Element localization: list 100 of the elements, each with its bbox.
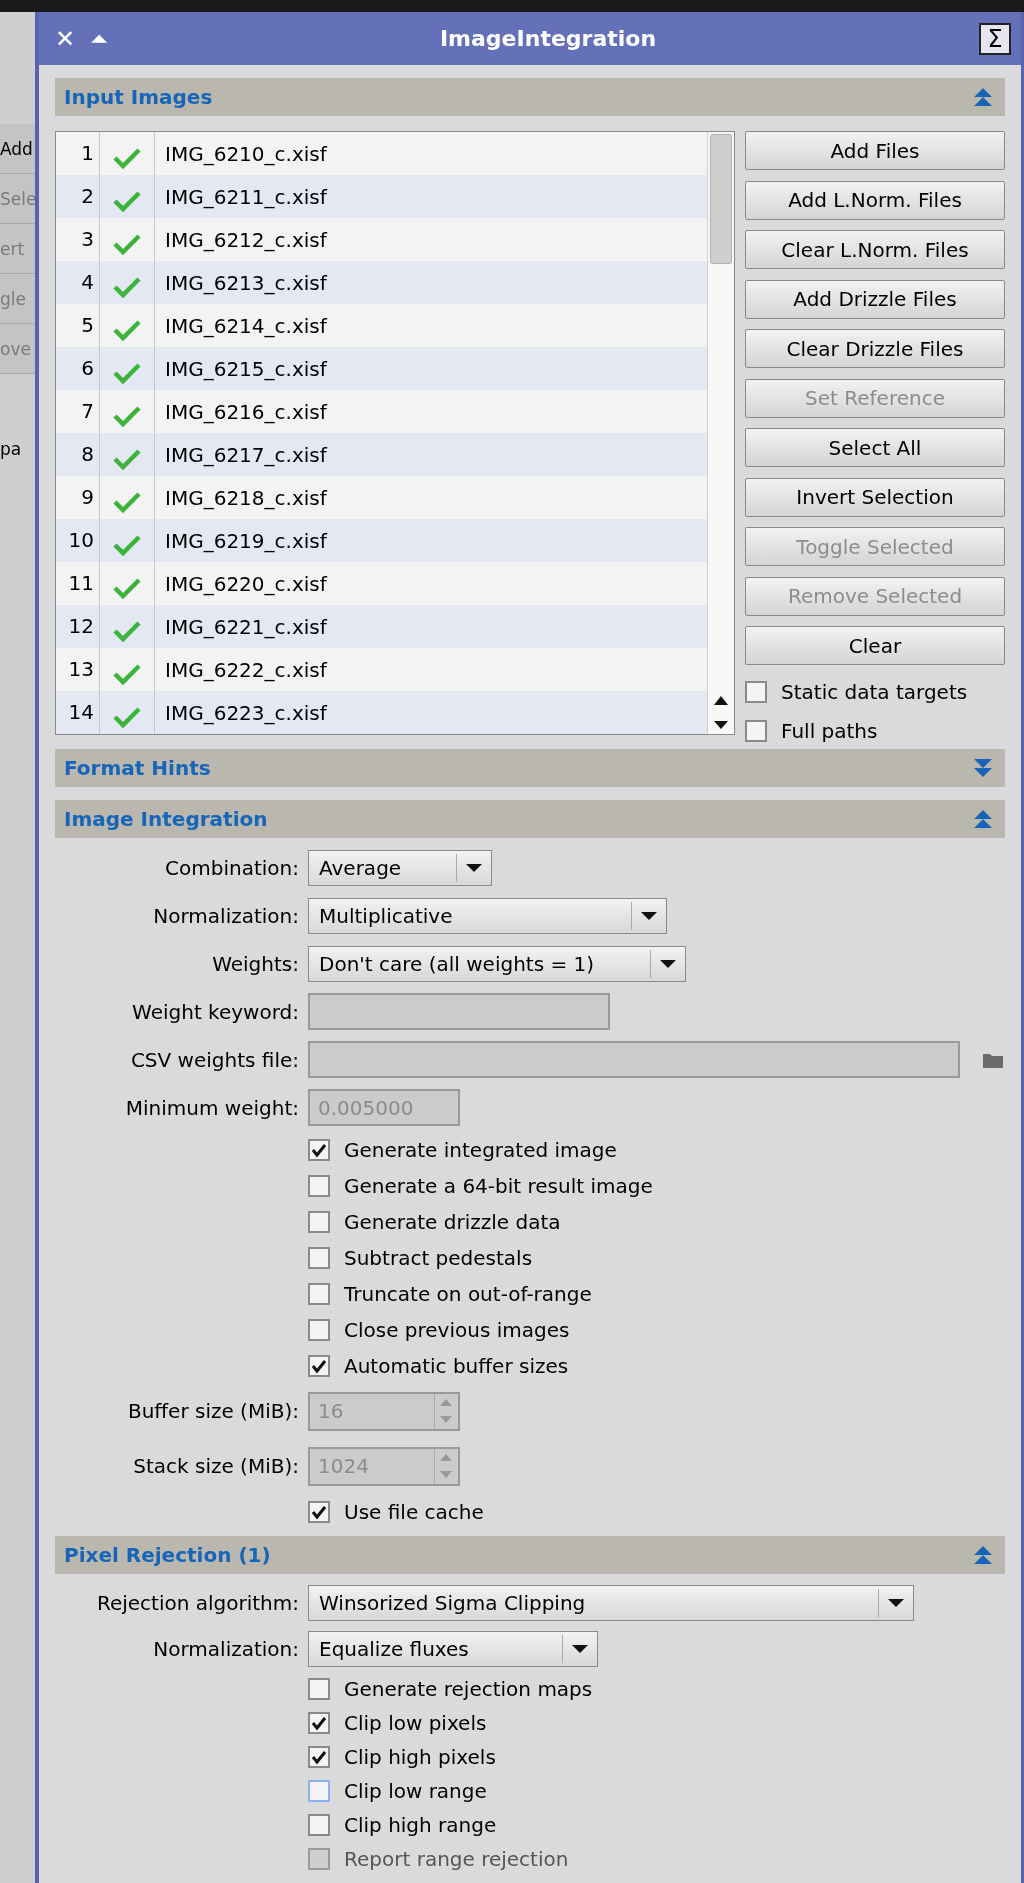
file-name: IMG_6215_c.xisf <box>164 355 327 383</box>
dropdown[interactable]: Winsorized Sigma Clipping <box>308 1584 914 1621</box>
file-name: IMG_6217_c.xisf <box>164 441 327 469</box>
action-button[interactable]: Clear Drizzle Files <box>745 329 1005 368</box>
background-button-text: Add <box>0 124 35 174</box>
checkbox[interactable] <box>308 1138 330 1161</box>
checkbox[interactable] <box>745 719 767 742</box>
file-row[interactable]: 2 IMG_6211_c.xisf <box>56 175 707 218</box>
file-name: IMG_6220_c.xisf <box>164 570 327 598</box>
scrollbar-thumb[interactable] <box>710 134 732 264</box>
scroll-up-icon[interactable] <box>713 694 729 706</box>
checkbox-label: Use file cache <box>344 1498 484 1526</box>
check-icon[interactable] <box>113 618 141 643</box>
field-label: Rejection algorithm: <box>95 1589 299 1617</box>
check-icon[interactable] <box>113 360 141 385</box>
action-button[interactable]: Clear <box>745 626 1005 665</box>
close-icon[interactable]: ✕ <box>49 20 81 57</box>
process-button[interactable]: Σ <box>979 22 1011 55</box>
file-name: IMG_6222_c.xisf <box>164 656 327 684</box>
action-button[interactable]: Add Drizzle Files <box>745 279 1005 319</box>
check-icon[interactable] <box>113 145 141 170</box>
action-button[interactable]: Select All <box>745 428 1005 467</box>
checkbox[interactable] <box>308 1210 330 1233</box>
checkbox[interactable] <box>308 1745 330 1768</box>
window-title: ImageIntegration <box>438 25 658 53</box>
checkbox[interactable] <box>308 1711 330 1734</box>
check-icon[interactable] <box>113 231 141 256</box>
checkbox[interactable] <box>308 1174 330 1197</box>
check-icon[interactable] <box>113 661 141 686</box>
checkbox[interactable] <box>308 1500 330 1523</box>
background-button-text: ert <box>0 224 35 274</box>
check-icon <box>311 1714 327 1731</box>
check-icon <box>311 1357 327 1374</box>
shade-icon[interactable]: ⏶ <box>81 22 117 55</box>
checkbox-label: Clip high pixels <box>344 1743 496 1771</box>
check-icon[interactable] <box>113 274 141 299</box>
check-icon[interactable] <box>113 704 141 729</box>
check-icon[interactable] <box>113 575 141 600</box>
checkbox[interactable] <box>308 1354 330 1377</box>
file-row[interactable]: 4 IMG_6213_c.xisf <box>56 261 707 304</box>
checkbox[interactable] <box>308 1282 330 1305</box>
file-row[interactable]: 10 IMG_6219_c.xisf <box>56 519 707 562</box>
checkbox-label: Clip high range <box>344 1811 497 1839</box>
collapse-icon[interactable] <box>973 808 993 829</box>
check-icon[interactable] <box>113 532 141 557</box>
field-label: Minimum weight: <box>124 1094 299 1122</box>
checkbox-label: Generate drizzle data <box>344 1208 561 1236</box>
file-row[interactable]: 12 IMG_6221_c.xisf <box>56 605 707 648</box>
file-name: IMG_6216_c.xisf <box>164 398 327 426</box>
field-label: Weights: <box>211 950 299 978</box>
checkbox-label: Close previous images <box>344 1316 570 1344</box>
action-button[interactable]: Clear L.Norm. Files <box>745 230 1005 269</box>
check-icon[interactable] <box>113 188 141 213</box>
checkbox[interactable] <box>308 1779 330 1802</box>
action-button[interactable]: Add L.Norm. Files <box>745 180 1005 220</box>
dropdown[interactable]: Average <box>308 849 492 886</box>
dropdown[interactable]: Don't care (all weights = 1) <box>308 945 686 982</box>
dropdown-arrow-icon[interactable] <box>571 1643 589 1654</box>
checkbox[interactable] <box>308 1813 330 1836</box>
row-number: 14 <box>56 691 100 734</box>
dropdown-arrow-icon[interactable] <box>465 862 483 873</box>
field-label: Buffer size (MiB): <box>126 1398 299 1425</box>
expand-icon[interactable] <box>973 757 993 778</box>
checkbox-label: Automatic buffer sizes <box>344 1352 569 1380</box>
file-row[interactable]: 8 IMG_6217_c.xisf <box>56 433 707 476</box>
checkbox-label: Generate integrated image <box>344 1136 617 1164</box>
checkbox[interactable] <box>308 1246 330 1269</box>
file-name: IMG_6211_c.xisf <box>164 183 327 211</box>
file-name: IMG_6221_c.xisf <box>164 613 327 641</box>
dropdown[interactable]: Multiplicative <box>308 897 667 934</box>
checkbox[interactable] <box>745 680 767 703</box>
checkbox-label: Subtract pedestals <box>344 1244 533 1272</box>
file-name: IMG_6223_c.xisf <box>164 699 327 727</box>
action-button[interactable]: Invert Selection <box>745 477 1005 517</box>
check-icon[interactable] <box>113 403 141 428</box>
file-name: IMG_6214_c.xisf <box>164 312 327 340</box>
dropdown[interactable]: Equalize fluxes <box>308 1630 598 1667</box>
collapse-icon[interactable] <box>973 1544 993 1565</box>
scroll-down-icon[interactable] <box>713 718 729 730</box>
checkbox-label: Clip low pixels <box>344 1709 487 1737</box>
check-icon[interactable] <box>113 446 141 471</box>
field-label: Normalization: <box>152 902 299 930</box>
file-row[interactable]: 6 IMG_6215_c.xisf <box>56 347 707 390</box>
field-label: CSV weights file: <box>129 1046 299 1074</box>
dropdown-arrow-icon[interactable] <box>640 910 658 921</box>
dropdown-arrow-icon[interactable] <box>887 1597 905 1608</box>
background-button-text: ove <box>0 324 35 374</box>
background-button-text: gle <box>0 274 35 324</box>
check-icon[interactable] <box>113 317 141 342</box>
check-icon[interactable] <box>113 489 141 514</box>
check-icon <box>311 1503 327 1520</box>
field-label: Normalization: <box>152 1635 299 1663</box>
checkbox-label: Generate a 64-bit result image <box>344 1172 653 1200</box>
dropdown-arrow-icon[interactable] <box>659 958 677 969</box>
checkbox[interactable] <box>308 1318 330 1341</box>
checkbox[interactable] <box>308 1677 330 1700</box>
checkbox-label: Full paths <box>781 717 878 745</box>
collapse-icon[interactable] <box>973 87 993 107</box>
action-button[interactable]: Add Files <box>745 131 1005 170</box>
file-row[interactable]: 14 IMG_6223_c.xisf <box>56 691 707 734</box>
